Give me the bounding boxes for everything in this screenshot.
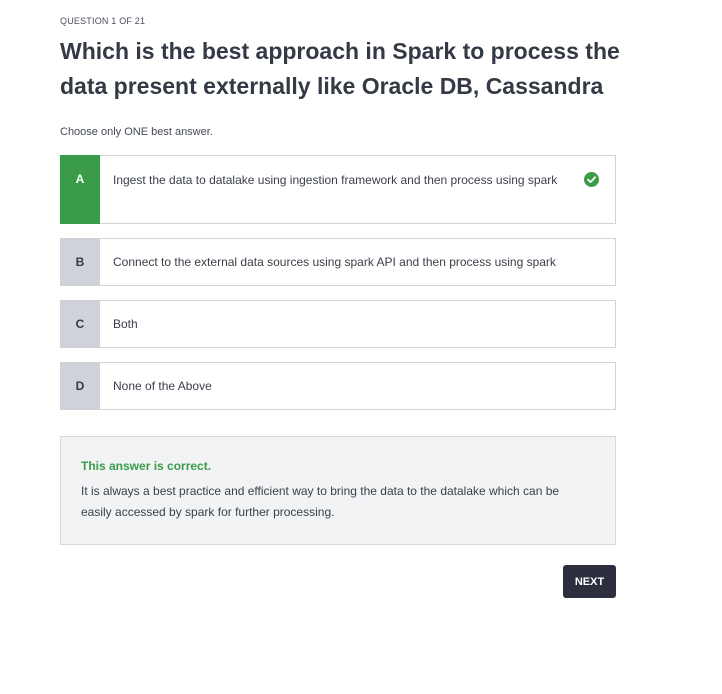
option-text: Both: [113, 317, 138, 331]
option-letter: C: [60, 300, 100, 348]
question-counter: QUESTION 1 OF 21: [60, 16, 146, 26]
feedback-title: This answer is correct.: [81, 459, 212, 473]
question-title: Which is the best approach in Spark to p…: [60, 38, 620, 99]
feedback-explanation: It is always a best practice and efficie…: [81, 484, 560, 519]
option-text: Connect to the external data sources usi…: [113, 255, 556, 269]
option-d[interactable]: D None of the Above: [60, 362, 616, 410]
option-letter: D: [60, 362, 100, 410]
check-circle-icon: [584, 172, 599, 187]
option-b[interactable]: B Connect to the external data sources u…: [60, 238, 616, 286]
option-text: Ingest the data to datalake using ingest…: [113, 173, 558, 187]
feedback-panel: This answer is correct. It is always a b…: [60, 436, 616, 545]
option-a[interactable]: A Ingest the data to datalake using inge…: [60, 155, 616, 224]
option-c[interactable]: C Both: [60, 300, 616, 348]
next-button[interactable]: NEXT: [563, 565, 616, 598]
option-letter: A: [60, 155, 100, 224]
option-letter: B: [60, 238, 100, 286]
instruction-text: Choose only ONE best answer.: [60, 126, 213, 138]
answer-options: A Ingest the data to datalake using inge…: [60, 155, 616, 424]
option-text: None of the Above: [113, 379, 212, 393]
